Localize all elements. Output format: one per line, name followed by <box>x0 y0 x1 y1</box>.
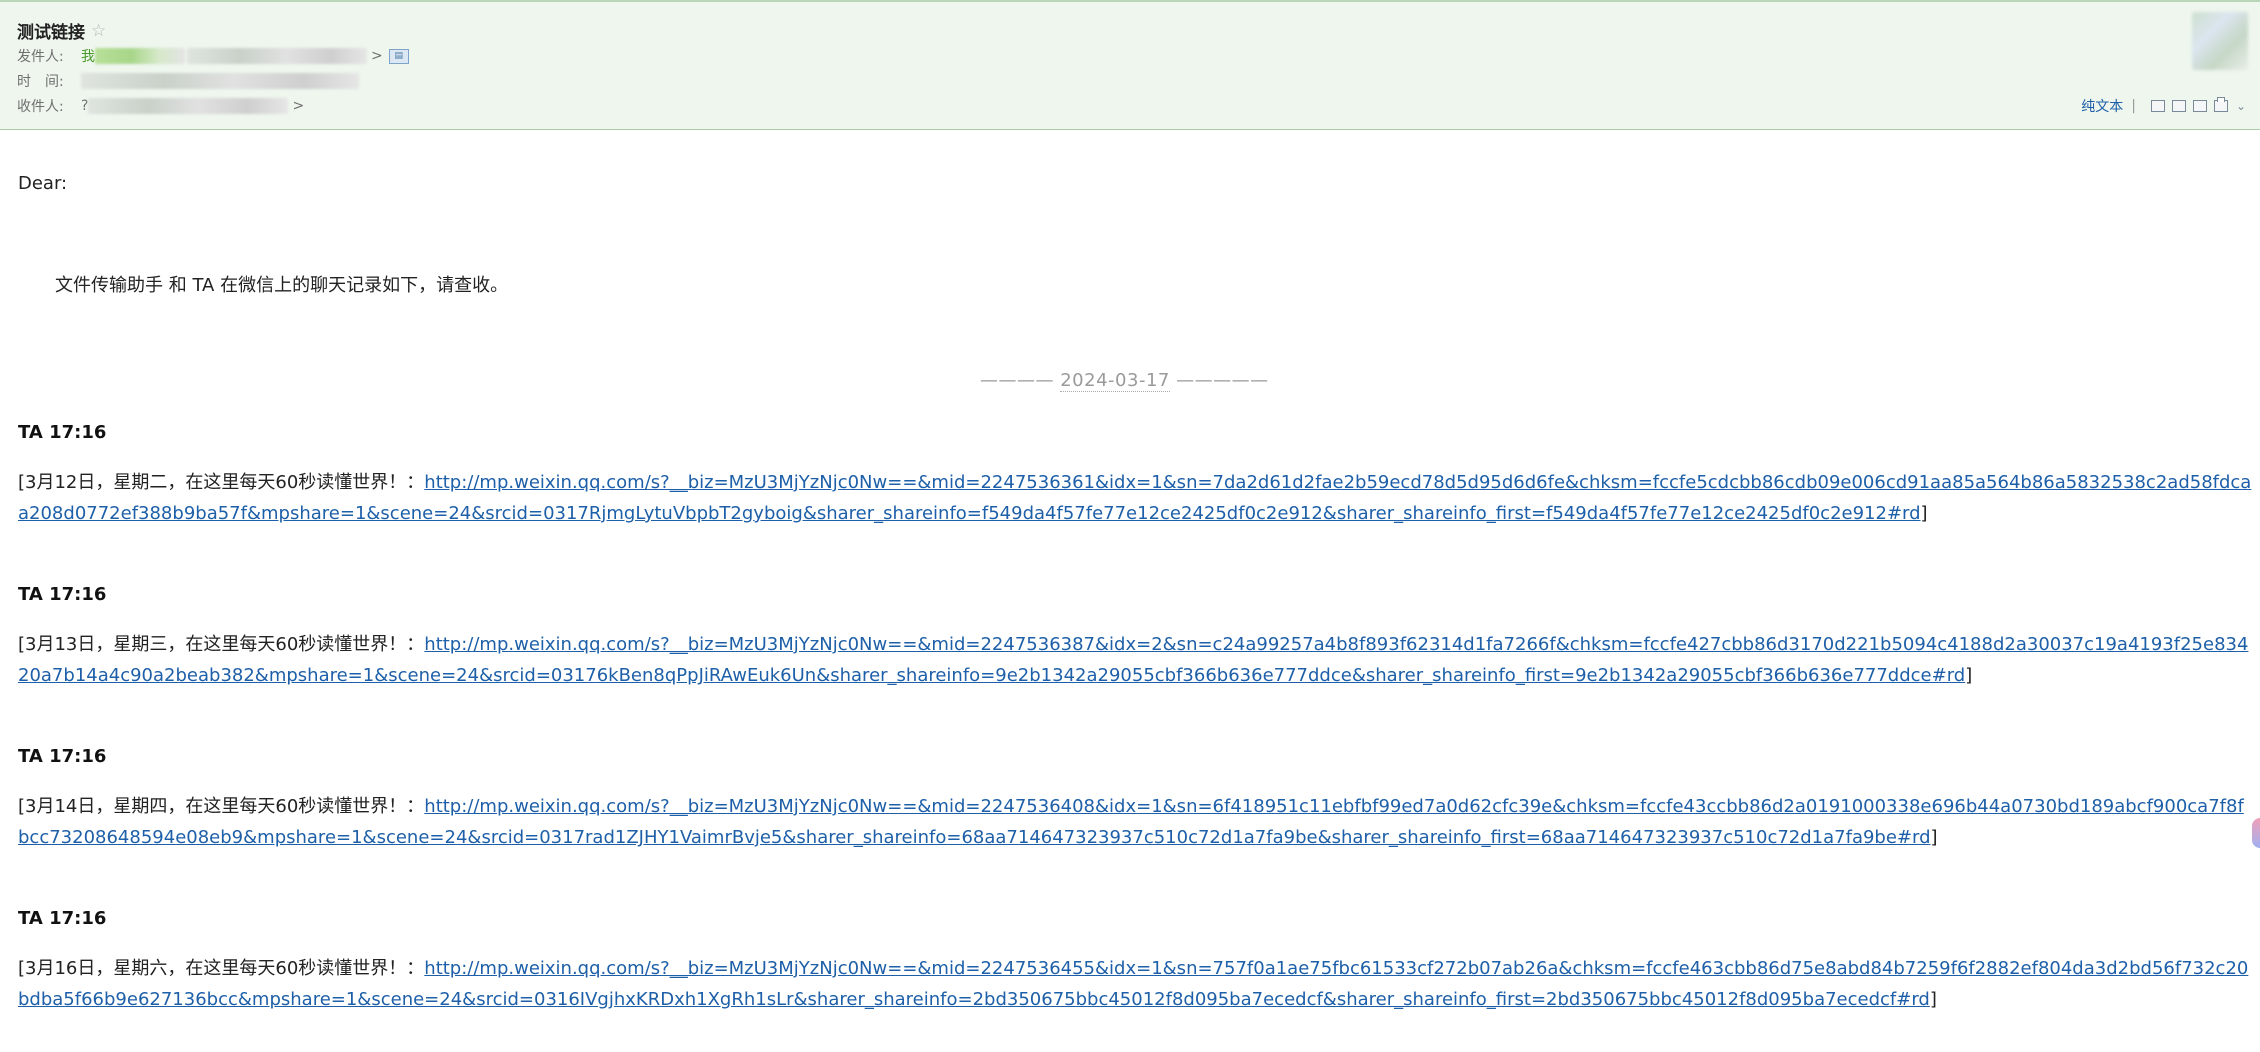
date-divider: ———— 2024-03-17 ————— <box>980 370 1269 392</box>
time-value-blurred <box>81 73 359 89</box>
message-2-close: ] <box>1965 665 1973 686</box>
date-divider-date: 2024-03-17 <box>1060 370 1170 392</box>
message-1-text: [3月12日，星期二，在这里每天60秒读懂世界！： <box>18 472 425 493</box>
recipient-address-blurred[interactable] <box>88 98 289 114</box>
message-2-text: [3月13日，星期三，在这里每天60秒读懂世界！： <box>18 634 425 655</box>
mail-tools: 纯文本 | ⌄ <box>2081 96 2246 116</box>
sender-row: 发件人: 我 > ▤ <box>17 46 409 66</box>
message-3-header: TA 17:16 <box>18 746 107 767</box>
greeting: Dear: <box>18 173 68 194</box>
sender-avatar <box>2192 12 2248 70</box>
message-4-close: ] <box>1929 989 1937 1010</box>
recipient-prefix: ? <box>81 98 89 114</box>
mail-subject: 测试链接 <box>17 23 85 43</box>
chevron-down-icon[interactable]: ⌄ <box>2236 99 2246 113</box>
time-label: 时 间: <box>17 74 64 90</box>
sender-address-close: > <box>371 48 383 64</box>
sender-name-prefix[interactable]: 我 <box>81 46 95 66</box>
time-row: 时 间: <box>17 71 359 91</box>
message-1-close: ] <box>1920 503 1928 524</box>
star-icon[interactable]: ☆ <box>91 21 106 41</box>
sender-address-blurred <box>187 48 367 64</box>
message-1-body: [3月12日，星期二，在这里每天60秒读懂世界！：http://mp.weixi… <box>18 467 2253 529</box>
new-window-icon[interactable] <box>2150 100 2165 112</box>
contact-card-icon[interactable]: ▤ <box>388 48 409 64</box>
sender-label: 发件人: <box>17 49 64 65</box>
message-2-header: TA 17:16 <box>18 584 107 605</box>
message-2-body: [3月13日，星期三，在这里每天60秒读懂世界！：http://mp.weixi… <box>18 629 2253 691</box>
sender-name-blurred <box>95 48 185 64</box>
message-4-header: TA 17:16 <box>18 908 107 929</box>
recipient-label: 收件人: <box>17 99 64 115</box>
tools-separator: | <box>2131 98 2136 114</box>
message-3-text: [3月14日，星期四，在这里每天60秒读懂世界！： <box>18 796 425 817</box>
print-icon[interactable] <box>2213 97 2228 112</box>
save-icon[interactable] <box>2192 100 2207 112</box>
mail-header: 测试链接 ☆ 发件人: 我 > ▤ 时 间: 收件人: ? > 纯文本 | ⌄ <box>0 0 2260 130</box>
message-4-text: [3月16日，星期六，在这里每天60秒读懂世界！： <box>18 958 425 979</box>
message-3-close: ] <box>1930 827 1938 848</box>
intro-text: 文件传输助手 和 TA 在微信上的聊天记录如下，请查收。 <box>55 275 509 296</box>
message-3-body: [3月14日，星期四，在这里每天60秒读懂世界！：http://mp.weixi… <box>18 791 2253 853</box>
fullscreen-icon[interactable] <box>2171 100 2186 112</box>
floating-side-widget[interactable] <box>2252 818 2260 848</box>
plain-text-link[interactable]: 纯文本 <box>2081 96 2123 116</box>
recipient-row: 收件人: ? > <box>17 96 304 116</box>
recipient-address-close: > <box>292 98 305 114</box>
date-divider-right: ————— <box>1169 370 1269 391</box>
date-divider-left: ———— <box>980 370 1061 391</box>
message-4-body: [3月16日，星期六，在这里每天60秒读懂世界！：http://mp.weixi… <box>18 953 2253 1015</box>
message-1-header: TA 17:16 <box>18 422 107 443</box>
subject-row: 测试链接 ☆ <box>17 18 106 44</box>
